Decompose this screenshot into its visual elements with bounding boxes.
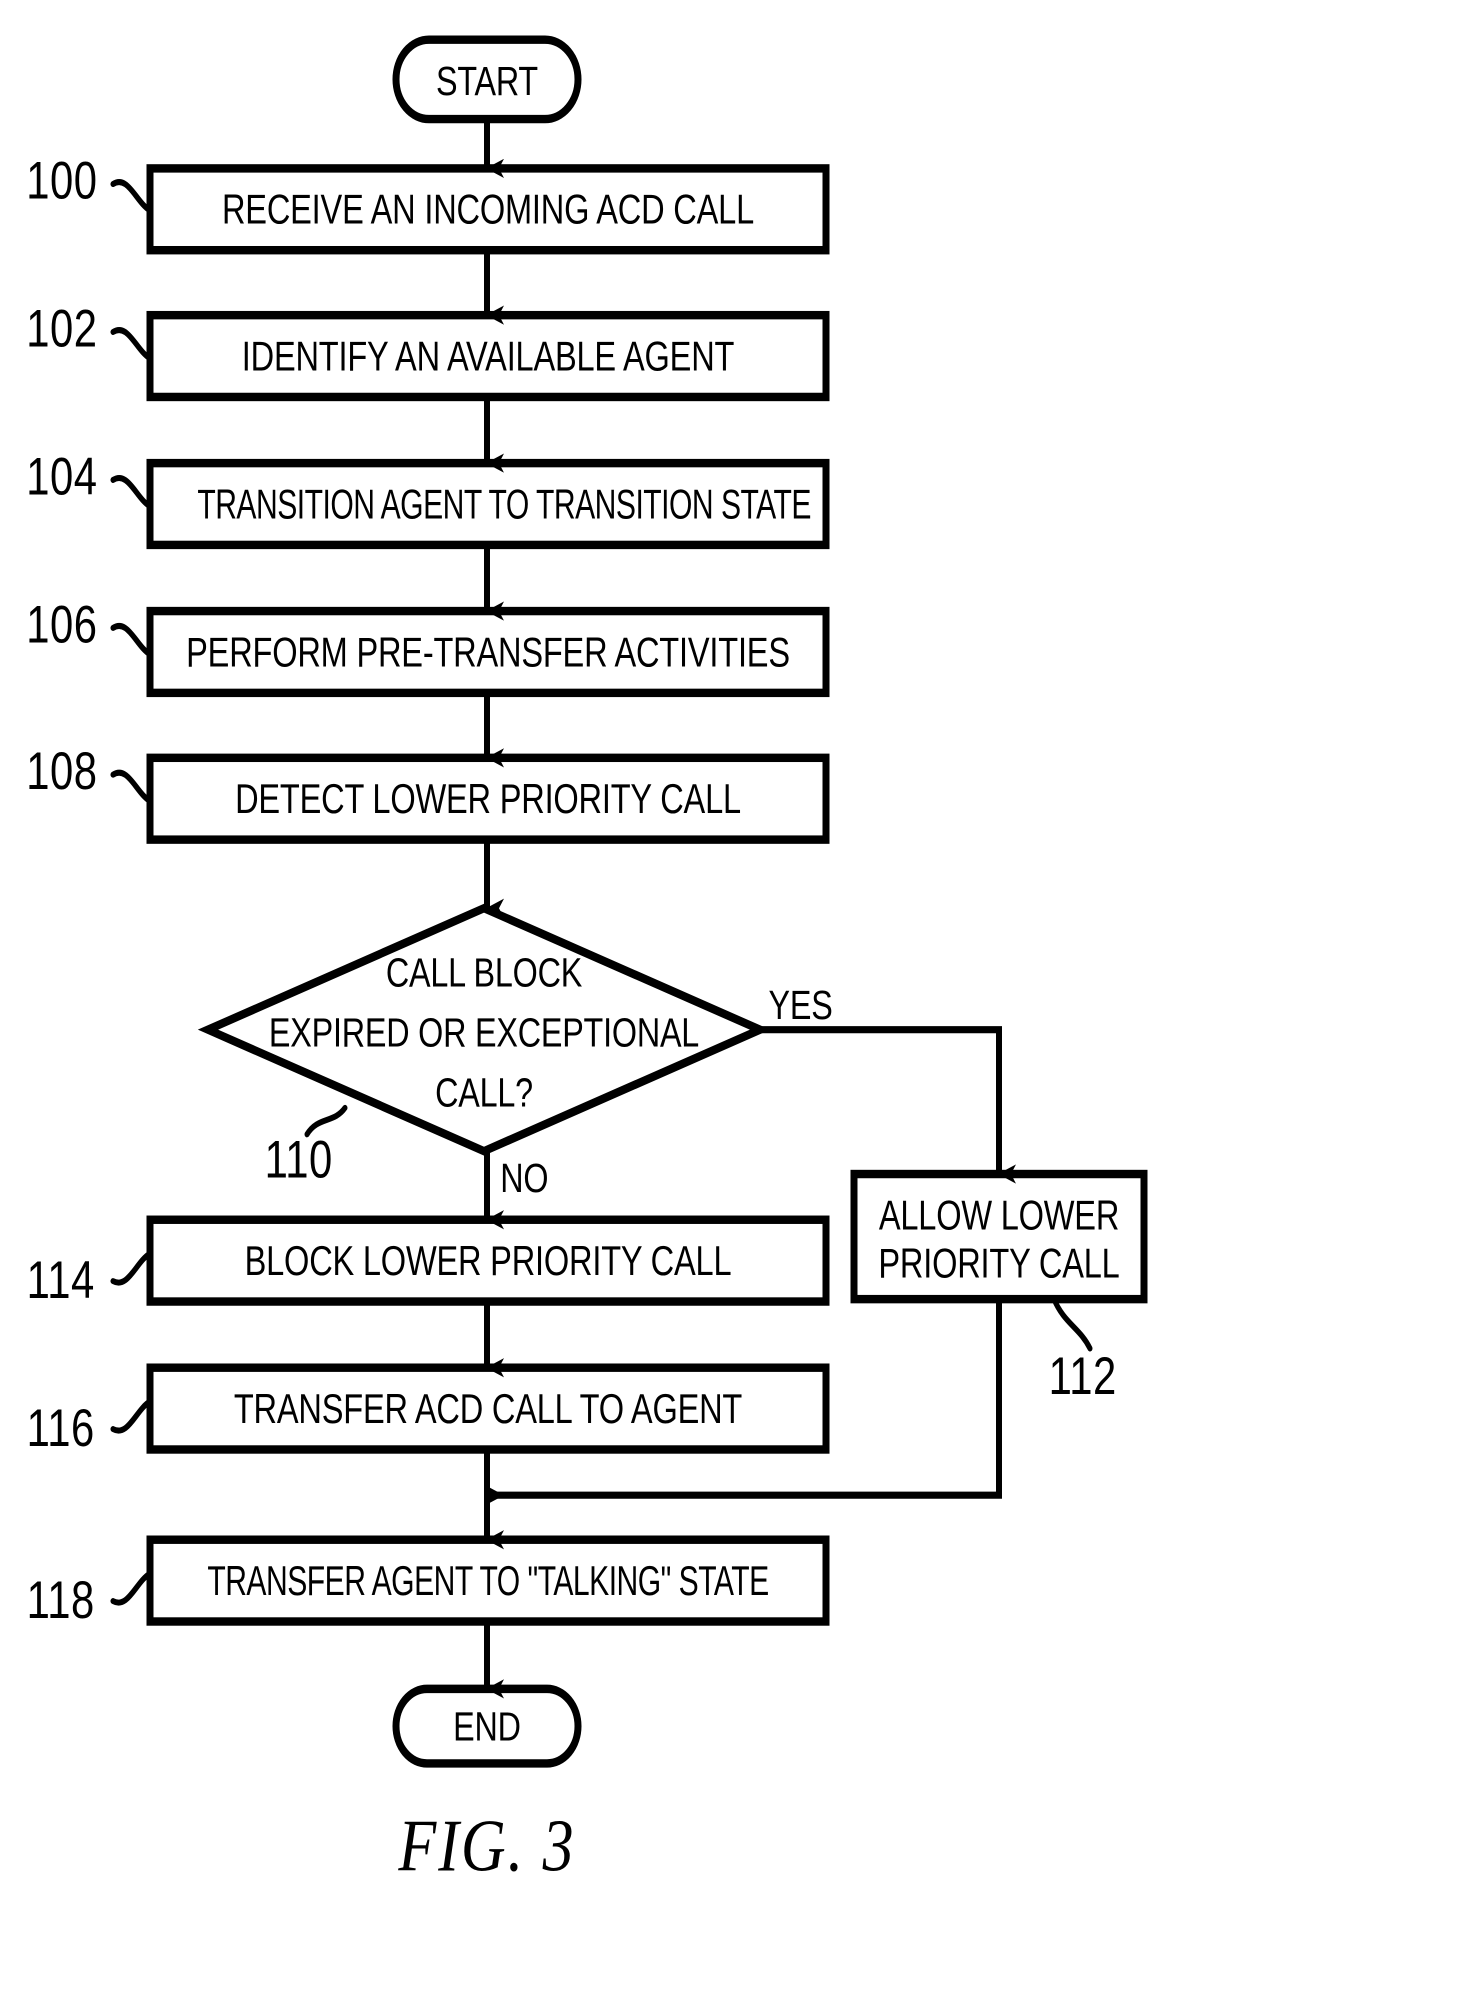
ref-number-118: 118 xyxy=(26,1570,95,1630)
side-process-label-line2: PRIORITY CALL xyxy=(878,1240,1120,1288)
leader-line-100 xyxy=(110,179,153,214)
ref-number-114: 114 xyxy=(26,1251,95,1310)
branch-label-yes: YES xyxy=(768,982,833,1029)
leader-line-108 xyxy=(110,769,153,805)
ref-number-100: 100 xyxy=(26,151,98,211)
process-label-114: BLOCK LOWER PRIORITY CALL xyxy=(244,1237,732,1285)
decision-label-line1: CALL BLOCK xyxy=(385,950,583,996)
leader-line-112 xyxy=(1051,1296,1093,1352)
decision-label-line3: CALL? xyxy=(435,1070,533,1117)
ref-number-116: 116 xyxy=(26,1398,95,1458)
process-label-108: DETECT LOWER PRIORITY CALL xyxy=(235,775,741,823)
process-label-118: TRANSFER AGENT TO "TALKING" STATE xyxy=(207,1557,769,1605)
process-label-106: PERFORM PRE-TRANSFER ACTIVITIES xyxy=(186,629,790,677)
leader-line-104 xyxy=(110,475,153,510)
process-label-116: TRANSFER ACD CALL TO AGENT xyxy=(233,1385,743,1433)
end-terminal-label: END xyxy=(453,1704,521,1751)
start-terminal-label: START xyxy=(436,58,538,105)
process-label-100: RECEIVE AN INCOMING ACD CALL xyxy=(221,186,754,234)
leader-line-106 xyxy=(110,622,153,658)
ref-number-102: 102 xyxy=(26,299,98,359)
process-label-102: IDENTIFY AN AVAILABLE AGENT xyxy=(241,333,735,381)
decision-label-line2: EXPIRED OR EXCEPTIONAL xyxy=(268,1010,700,1057)
branch-label-no: NO xyxy=(500,1155,549,1202)
connector-110-yes-to-112 xyxy=(760,1026,1016,1184)
ref-number-110: 110 xyxy=(264,1130,333,1190)
flowchart-graphics xyxy=(110,35,1148,1768)
ref-number-106: 106 xyxy=(26,595,98,655)
side-process-label-line1: ALLOW LOWER xyxy=(878,1192,1120,1239)
ref-number-112: 112 xyxy=(1048,1347,1117,1407)
figure-caption: FIG. 3 xyxy=(398,1805,576,1888)
ref-number-108: 108 xyxy=(26,742,98,802)
process-label-104: TRANSITION AGENT TO TRANSITION STATE xyxy=(197,481,811,529)
ref-number-104: 104 xyxy=(26,447,98,507)
patent-figure: START END RECEIVE AN INCOMING ACD CALL I… xyxy=(0,0,1473,1992)
leader-line-102 xyxy=(110,327,153,362)
